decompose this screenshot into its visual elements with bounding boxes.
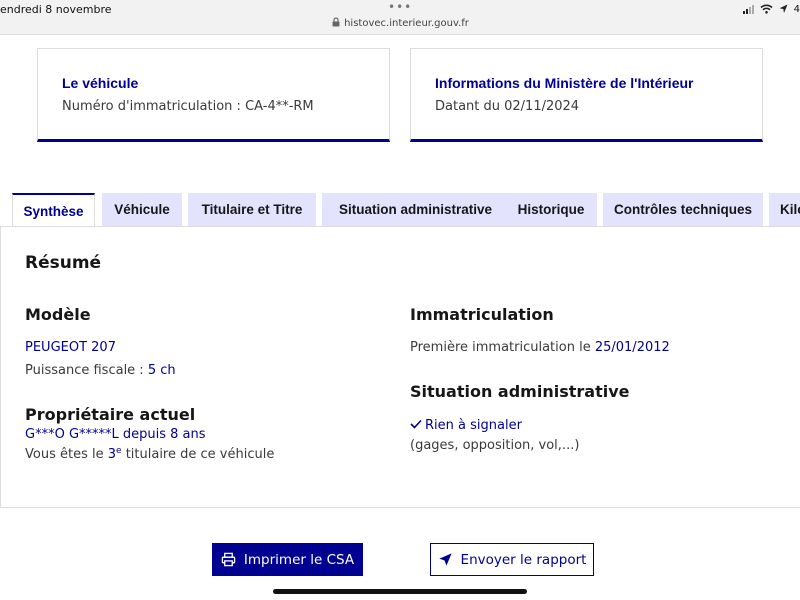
owner-rank-number: 3 xyxy=(107,447,117,462)
address-bar[interactable]: histovec.interieur.gouv.fr xyxy=(0,17,800,29)
model-name: PEUGEOT 207 xyxy=(25,340,116,355)
registration-number: Numéro d'immatriculation : CA-4**-RM xyxy=(62,99,314,114)
cellular-signal-icon xyxy=(742,4,754,14)
admin-details: (gages, opposition, vol,...) xyxy=(410,438,580,453)
owner-line: G***O G*****L depuis 8 ans xyxy=(25,427,206,442)
owner-since-label: depuis xyxy=(118,427,171,442)
print-csa-label: Imprimer le CSA xyxy=(243,551,355,568)
tab-situation-administrative[interactable]: Situation administrative xyxy=(322,193,509,226)
status-indicators: 4 xyxy=(742,3,800,15)
tab-historique[interactable]: Historique xyxy=(505,193,597,226)
send-report-label: Envoyer le rapport xyxy=(460,551,587,568)
print-csa-button[interactable]: Imprimer le CSA xyxy=(212,543,363,576)
tab-controles-techniques[interactable]: Contrôles techniques xyxy=(603,193,763,226)
admin-status: Rien à signaler xyxy=(410,418,522,433)
owner-rank: Vous êtes le 3e titulaire de ce véhicule xyxy=(25,446,274,462)
send-report-button[interactable]: Envoyer le rapport xyxy=(430,543,594,576)
tab-options-dots[interactable]: ••• xyxy=(388,0,412,14)
send-icon xyxy=(438,553,452,566)
fiscal-power-value: 5 ch xyxy=(147,363,176,378)
location-icon xyxy=(779,4,788,13)
status-date: endredi 8 novembre xyxy=(0,3,112,16)
fiscal-power-label: Puissance fiscale : xyxy=(25,363,148,378)
owner-heading: Propriétaire actuel xyxy=(25,405,196,424)
admin-status-text: Rien à signaler xyxy=(425,418,522,433)
owner-rank-prefix: Vous êtes le xyxy=(25,447,108,462)
model-heading: Modèle xyxy=(25,305,91,324)
printer-icon xyxy=(221,552,236,567)
ministry-card: Informations du Ministère de l'Intérieur… xyxy=(410,48,763,142)
first-registration: Première immatriculation le 25/01/2012 xyxy=(410,340,670,355)
owner-rank-suffix: titulaire de ce véhicule xyxy=(121,447,275,462)
tab-synthese[interactable]: Synthèse xyxy=(12,193,95,227)
lock-icon xyxy=(332,17,340,27)
url-text: histovec.interieur.gouv.fr xyxy=(344,18,469,29)
battery-percent: 4 xyxy=(793,3,800,15)
first-registration-date: 25/01/2012 xyxy=(594,340,670,355)
browser-status-bar: endredi 8 novembre ••• histovec.interieu… xyxy=(0,0,800,35)
fiscal-power: Puissance fiscale : 5 ch xyxy=(25,363,176,378)
registration-heading: Immatriculation xyxy=(410,305,554,324)
tab-vehicule[interactable]: Véhicule xyxy=(102,193,182,226)
data-date: Datant du 02/11/2024 xyxy=(435,99,580,114)
summary-title: Résumé xyxy=(25,253,102,273)
vehicle-card: Le véhicule Numéro d'immatriculation : C… xyxy=(37,48,390,142)
owner-since-value: 8 ans xyxy=(170,427,206,442)
wifi-icon xyxy=(760,4,773,14)
owner-name: G***O G*****L xyxy=(25,427,119,442)
tab-kilometrage[interactable]: Kilo xyxy=(769,193,800,226)
admin-heading: Situation administrative xyxy=(410,382,630,401)
first-registration-label: Première immatriculation le xyxy=(410,340,595,355)
vehicle-card-title: Le véhicule xyxy=(62,75,139,91)
tab-titulaire-et-titre[interactable]: Titulaire et Titre xyxy=(188,193,316,226)
check-icon xyxy=(410,419,422,429)
ministry-card-title: Informations du Ministère de l'Intérieur xyxy=(435,75,694,91)
home-indicator[interactable] xyxy=(273,589,527,594)
